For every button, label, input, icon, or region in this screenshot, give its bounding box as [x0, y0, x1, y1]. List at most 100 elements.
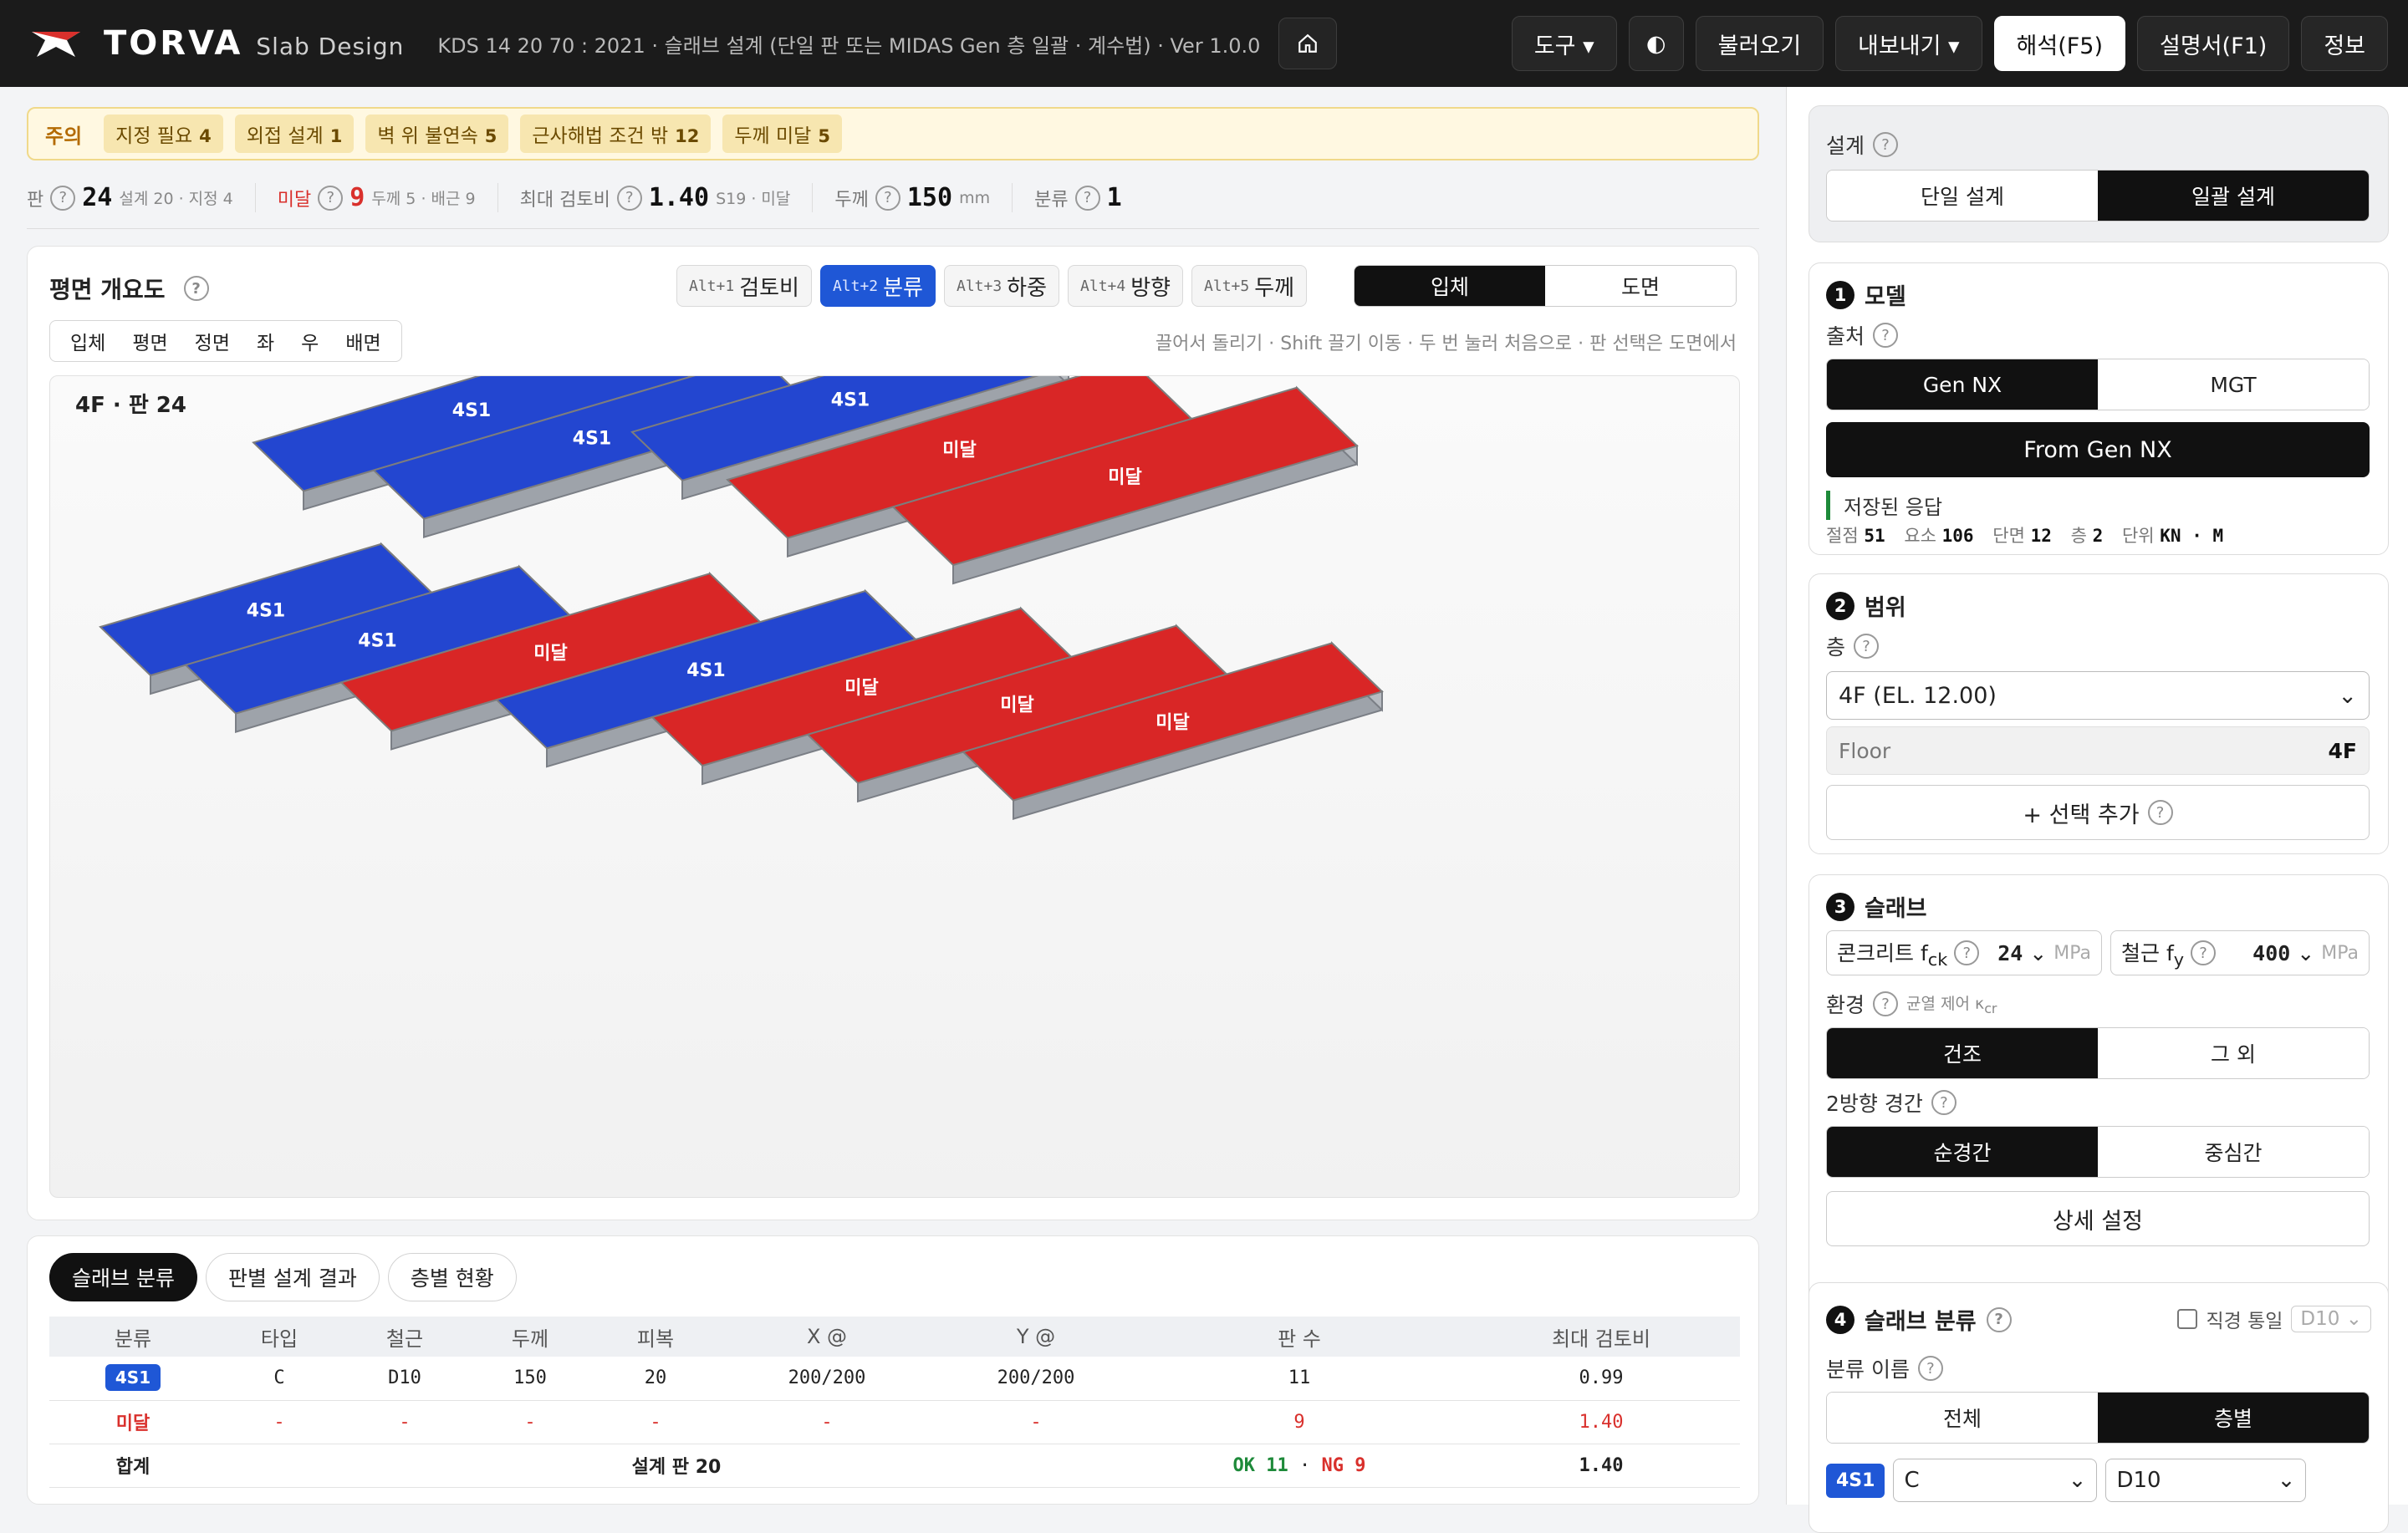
help-icon[interactable]: ? [1986, 1306, 2012, 1332]
span-center-button[interactable]: 중심간 [2098, 1127, 2369, 1177]
help-icon[interactable]: ? [2147, 800, 2173, 825]
mode-direction-button[interactable]: Alt+4 방향 [1068, 265, 1184, 307]
warning-chip[interactable]: 지정 필요 4 [104, 115, 223, 153]
class-floor-button[interactable]: 층별 [2098, 1393, 2369, 1443]
meta-value: 51 [1864, 526, 1885, 546]
tab-slab-results[interactable]: 판별 설계 결과 [205, 1253, 380, 1301]
meta-value: KN · M [2160, 526, 2224, 546]
plan-title-text: 평면 개요도 [49, 276, 166, 303]
mode-load-button[interactable]: Alt+3 하중 [943, 265, 1060, 307]
stat-value: 1 [1106, 183, 1122, 212]
help-icon[interactable]: ? [50, 185, 76, 211]
cell-bar: - [342, 1400, 467, 1444]
detail-settings-button[interactable]: 상세 설정 [1826, 1191, 2370, 1246]
help-icon[interactable]: ? [2191, 940, 2217, 965]
class-all-button[interactable]: 전체 [1827, 1393, 2098, 1443]
help-icon[interactable]: ? [875, 185, 900, 211]
steel-strength-field[interactable]: 철근 fy ? 400 ⌄ MPa [2110, 930, 2370, 975]
column-header: Y @ [936, 1317, 1136, 1357]
warning-chip[interactable]: 외접 설계 1 [234, 115, 355, 153]
env-dry-button[interactable]: 건조 [1827, 1028, 2098, 1078]
home-button[interactable] [1278, 18, 1338, 69]
chevron-down-icon: ⌄ [2338, 682, 2357, 709]
slab-label: 미달 [1000, 695, 1033, 716]
cell-type: - [217, 1400, 342, 1444]
help-icon[interactable]: ? [1873, 991, 1899, 1016]
chip-label: 외접 설계 [246, 125, 324, 147]
view-right-button[interactable]: 우 [288, 321, 332, 361]
view-iso-button[interactable]: 입체 [57, 321, 119, 361]
same-diameter-option: 직경 통일 D10 ⌄ [2177, 1305, 2371, 1333]
load-button[interactable]: 불러오기 [1695, 16, 1824, 71]
warning-chip[interactable]: 근사해법 조건 밖 12 [520, 115, 712, 153]
table-row[interactable]: 미달 - - - - - - 9 1.40 [49, 1400, 1740, 1444]
info-button[interactable]: 정보 [2301, 16, 2388, 71]
select-value: D10 [2300, 1308, 2340, 1330]
stat-detail: 두께 5 · 배근 9 [371, 190, 476, 208]
concrete-strength-field[interactable]: 콘크리트 fck ? 24 ⌄ MPa [1826, 930, 2102, 975]
warning-banner: 주의 지정 필요 4 외접 설계 1 벽 위 불연속 5 근사해법 조건 밖 12 두께… [27, 107, 1759, 160]
view-3d-button[interactable]: 입체 [1354, 266, 1545, 306]
from-gen-nx-button[interactable]: From Gen NX [1826, 422, 2370, 477]
view-back-button[interactable]: 배면 [332, 321, 394, 361]
help-icon[interactable]: ? [1917, 1356, 1943, 1381]
single-design-button[interactable]: 단일 설계 [1827, 171, 2098, 221]
view-left-button[interactable]: 좌 [243, 321, 288, 361]
help-icon[interactable]: ? [1854, 634, 1880, 659]
stat-unit: mm [959, 188, 991, 207]
tab-floor-status[interactable]: 층별 현황 [387, 1253, 517, 1301]
mode-thickness-button[interactable]: Alt+5 두께 [1191, 265, 1308, 307]
theme-toggle-button[interactable]: ◐ [1628, 16, 1684, 71]
floor-select[interactable]: 4F (EL. 12.00) ⌄ [1826, 671, 2370, 720]
tools-menu-button[interactable]: 도구 ▾ [1511, 16, 1617, 71]
step-number: 3 [1826, 892, 1854, 921]
help-icon[interactable]: ? [318, 185, 344, 211]
mode-label: 두께 [1254, 275, 1295, 301]
add-selection-button[interactable]: + 선택 추가? [1826, 785, 2370, 840]
mode-ratio-button[interactable]: Alt+1 검토비 [676, 265, 812, 307]
source-mgt-button[interactable]: MGT [2098, 359, 2369, 410]
warning-chip[interactable]: 벽 위 불연속 5 [365, 115, 509, 153]
source-gen-button[interactable]: Gen NX [1827, 359, 2098, 410]
tab-slab-class[interactable]: 슬래브 분류 [49, 1253, 197, 1301]
cell-thickness: - [467, 1400, 593, 1444]
export-menu-button[interactable]: 내보내기 ▾ [1835, 16, 1982, 71]
view-plan-button[interactable]: 평면 [119, 321, 181, 361]
steel-value[interactable]: 400 [2252, 941, 2290, 965]
view-front-button[interactable]: 정면 [181, 321, 243, 361]
stat-label: 미달 [277, 189, 312, 211]
help-icon[interactable]: ? [183, 276, 209, 301]
env-hint: 균열 제어 κcr [1906, 991, 1997, 1016]
view-drawing-button[interactable]: 도면 [1545, 266, 1736, 306]
batch-design-button[interactable]: 일괄 설계 [2098, 171, 2369, 221]
span-label: 2방향 경간? [1826, 1087, 1956, 1118]
chip-label: 벽 위 불연속 [377, 125, 478, 147]
help-icon[interactable]: ? [1873, 132, 1899, 157]
help-icon[interactable]: ? [1931, 1090, 1956, 1115]
manual-button[interactable]: 설명서(F1) [2137, 16, 2290, 71]
slab-3d-model[interactable]: 4S14S14S1S24S1S7S13미달미달4S1미달4S14S14S14S1… [50, 376, 1740, 1198]
analyze-button[interactable]: 해석(F5) [1993, 16, 2126, 71]
env-other-button[interactable]: 그 외 [2098, 1028, 2369, 1078]
span-clear-button[interactable]: 순경간 [1827, 1127, 2098, 1177]
same-diameter-select[interactable]: D10 ⌄ [2291, 1306, 2371, 1332]
ng-count: NG 9 [1321, 1454, 1366, 1476]
3d-viewport[interactable]: 4F · 판 24 4S14S14S1S24S1S7S13미달미달4S1미달4S… [49, 375, 1740, 1198]
stat-label: 최대 검토비 [519, 189, 610, 211]
class-type-select[interactable]: C ⌄ [1893, 1459, 2098, 1502]
mode-class-button[interactable]: Alt+2 분류 [819, 265, 936, 307]
section-title: 슬래브 분류 [1865, 1309, 1977, 1335]
slab-label: 4S1 [452, 400, 491, 421]
help-icon[interactable]: ? [1074, 185, 1100, 211]
help-icon[interactable]: ? [1954, 940, 1980, 965]
help-icon[interactable]: ? [616, 185, 642, 211]
select-value: C [1904, 1468, 1920, 1493]
class-bar-select[interactable]: D10 ⌄ [2105, 1459, 2307, 1502]
help-icon[interactable]: ? [1873, 323, 1899, 348]
same-diameter-checkbox[interactable] [2177, 1309, 2198, 1329]
chip-count: 1 [329, 126, 343, 146]
slab-label: 4S1 [831, 390, 870, 411]
concrete-value[interactable]: 24 [1997, 941, 2023, 965]
table-row[interactable]: 4S1 C D10 150 20 200/200 200/200 11 0.99 [49, 1357, 1740, 1401]
warning-chip[interactable]: 두께 미달 5 [722, 115, 842, 153]
